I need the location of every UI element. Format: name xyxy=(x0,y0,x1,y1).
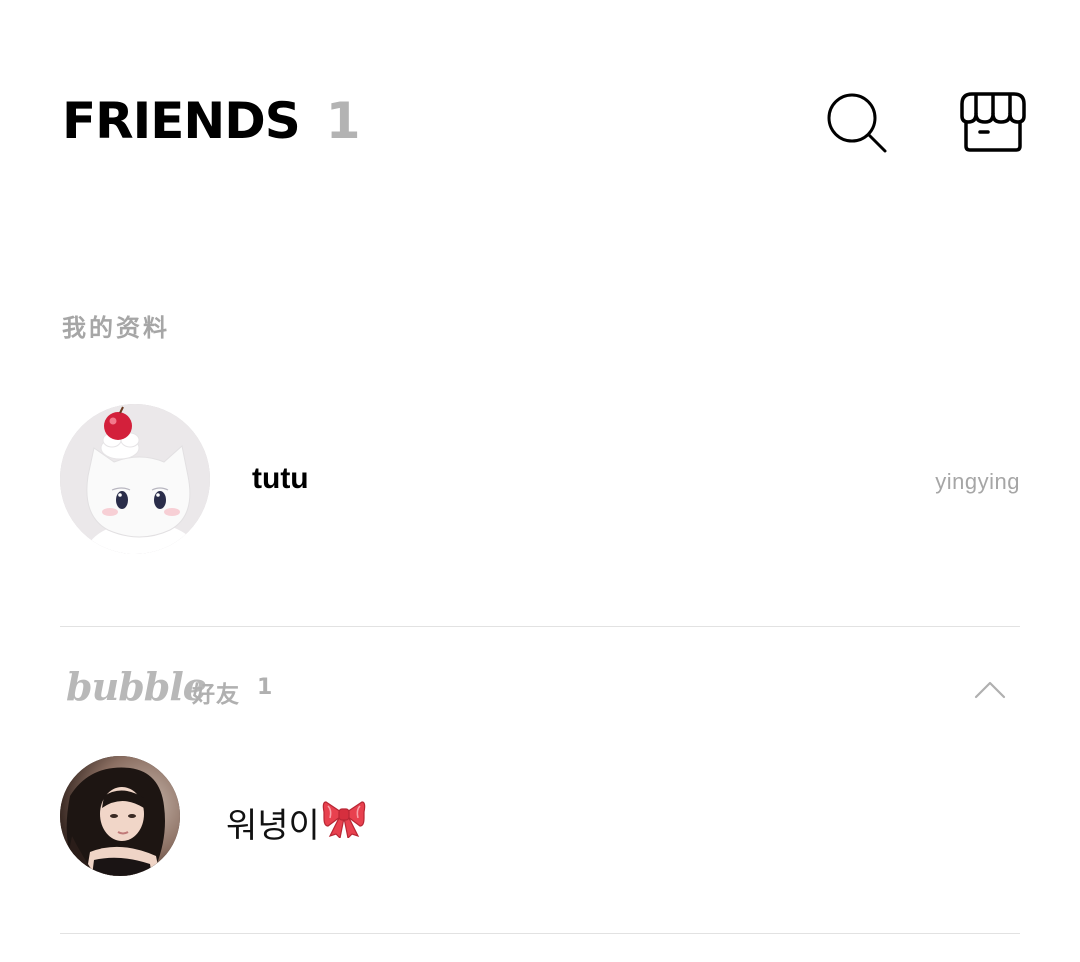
friend-name: 워녕이 xyxy=(226,798,366,847)
my-profile-row[interactable]: tutu yingying xyxy=(60,404,1020,556)
group-label: 好友 xyxy=(192,682,240,708)
page-header: FRIENDS 1 xyxy=(62,88,361,154)
friend-count: 1 xyxy=(325,92,361,150)
store-icon xyxy=(960,92,1026,152)
photo-avatar xyxy=(60,756,180,876)
bubble-friends-group-header[interactable]: bubble 好友 1 xyxy=(60,664,1020,716)
search-button[interactable] xyxy=(824,90,890,156)
friend-name-text: 워녕이 xyxy=(226,806,320,846)
friend-avatar[interactable] xyxy=(60,756,180,876)
page-title: FRIENDS xyxy=(62,92,301,150)
bubble-brand-logo: bubble xyxy=(66,664,207,709)
search-icon xyxy=(827,93,887,153)
divider xyxy=(60,933,1020,934)
my-name: tutu xyxy=(252,462,309,495)
collapse-group-button[interactable] xyxy=(972,672,1008,708)
my-status-message: yingying xyxy=(935,469,1020,494)
divider xyxy=(60,626,1020,627)
my-profile-section-label: 我的资料 xyxy=(62,314,170,342)
store-button[interactable] xyxy=(958,88,1028,154)
my-avatar[interactable] xyxy=(60,404,210,554)
chevron-up-icon xyxy=(974,681,1006,699)
friend-list-item[interactable]: 워녕이 xyxy=(60,756,1020,876)
plush-cat-avatar xyxy=(60,404,210,554)
ribbon-bow-icon xyxy=(322,798,366,847)
group-count: 1 xyxy=(257,675,273,700)
